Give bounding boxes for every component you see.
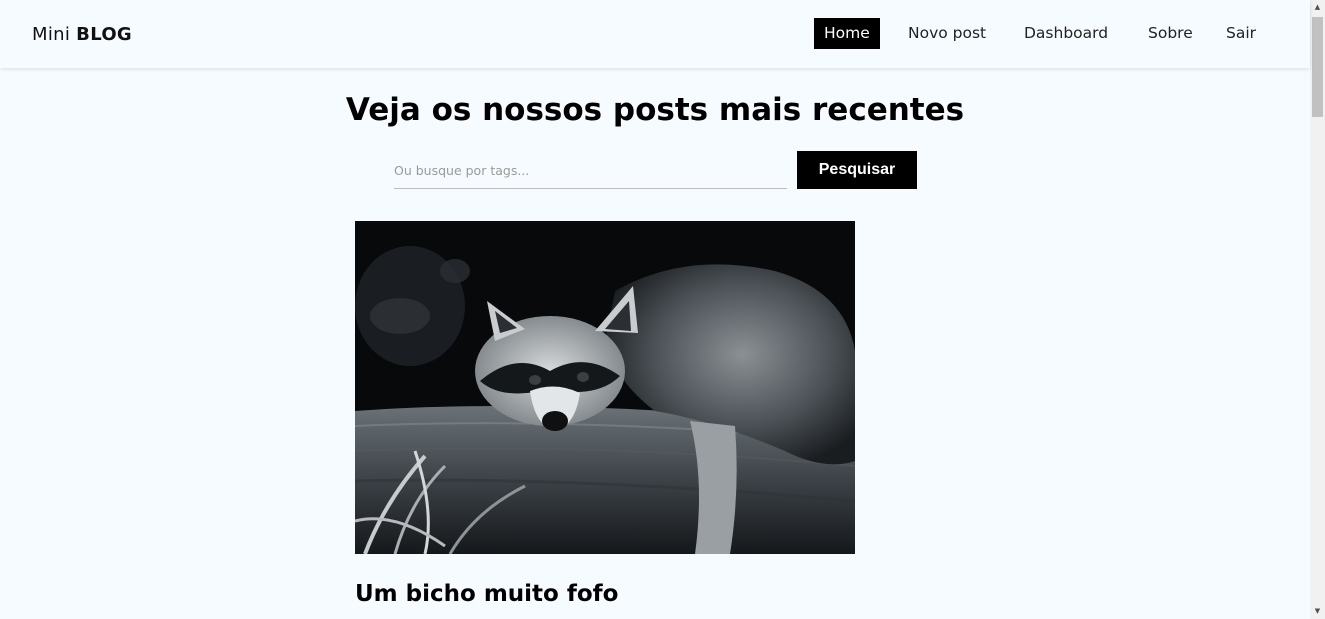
nav-links: Home Novo post Dashboard Sobre Sair (0, 18, 1310, 49)
search-input[interactable] (394, 151, 787, 189)
page: Mini BLOG Home Novo post Dashboard Sobre… (0, 0, 1325, 619)
raccoon-photo (355, 221, 855, 554)
navbar: Mini BLOG Home Novo post Dashboard Sobre… (0, 0, 1310, 68)
nav-home-link[interactable]: Home (814, 18, 880, 49)
scroll-down-arrow-icon[interactable]: ▼ (1310, 604, 1325, 619)
nav-novo-post-link[interactable]: Novo post (898, 18, 996, 49)
nav-dashboard-link[interactable]: Dashboard (1014, 18, 1118, 49)
search-form: Pesquisar (394, 151, 917, 189)
vertical-scrollbar[interactable]: ▲ ▼ (1310, 0, 1325, 619)
scrollbar-thumb[interactable] (1312, 17, 1323, 117)
post-image[interactable] (355, 221, 855, 554)
scroll-up-arrow-icon[interactable]: ▲ (1310, 0, 1325, 15)
nav-sair-link[interactable]: Sair (1216, 18, 1266, 49)
post-card: Um bicho muito fofo (355, 221, 855, 609)
post-title[interactable]: Um bicho muito fofo (355, 579, 855, 609)
search-button[interactable]: Pesquisar (797, 151, 917, 189)
page-title: Veja os nossos posts mais recentes (345, 92, 965, 128)
nav-sobre-link[interactable]: Sobre (1138, 18, 1203, 49)
